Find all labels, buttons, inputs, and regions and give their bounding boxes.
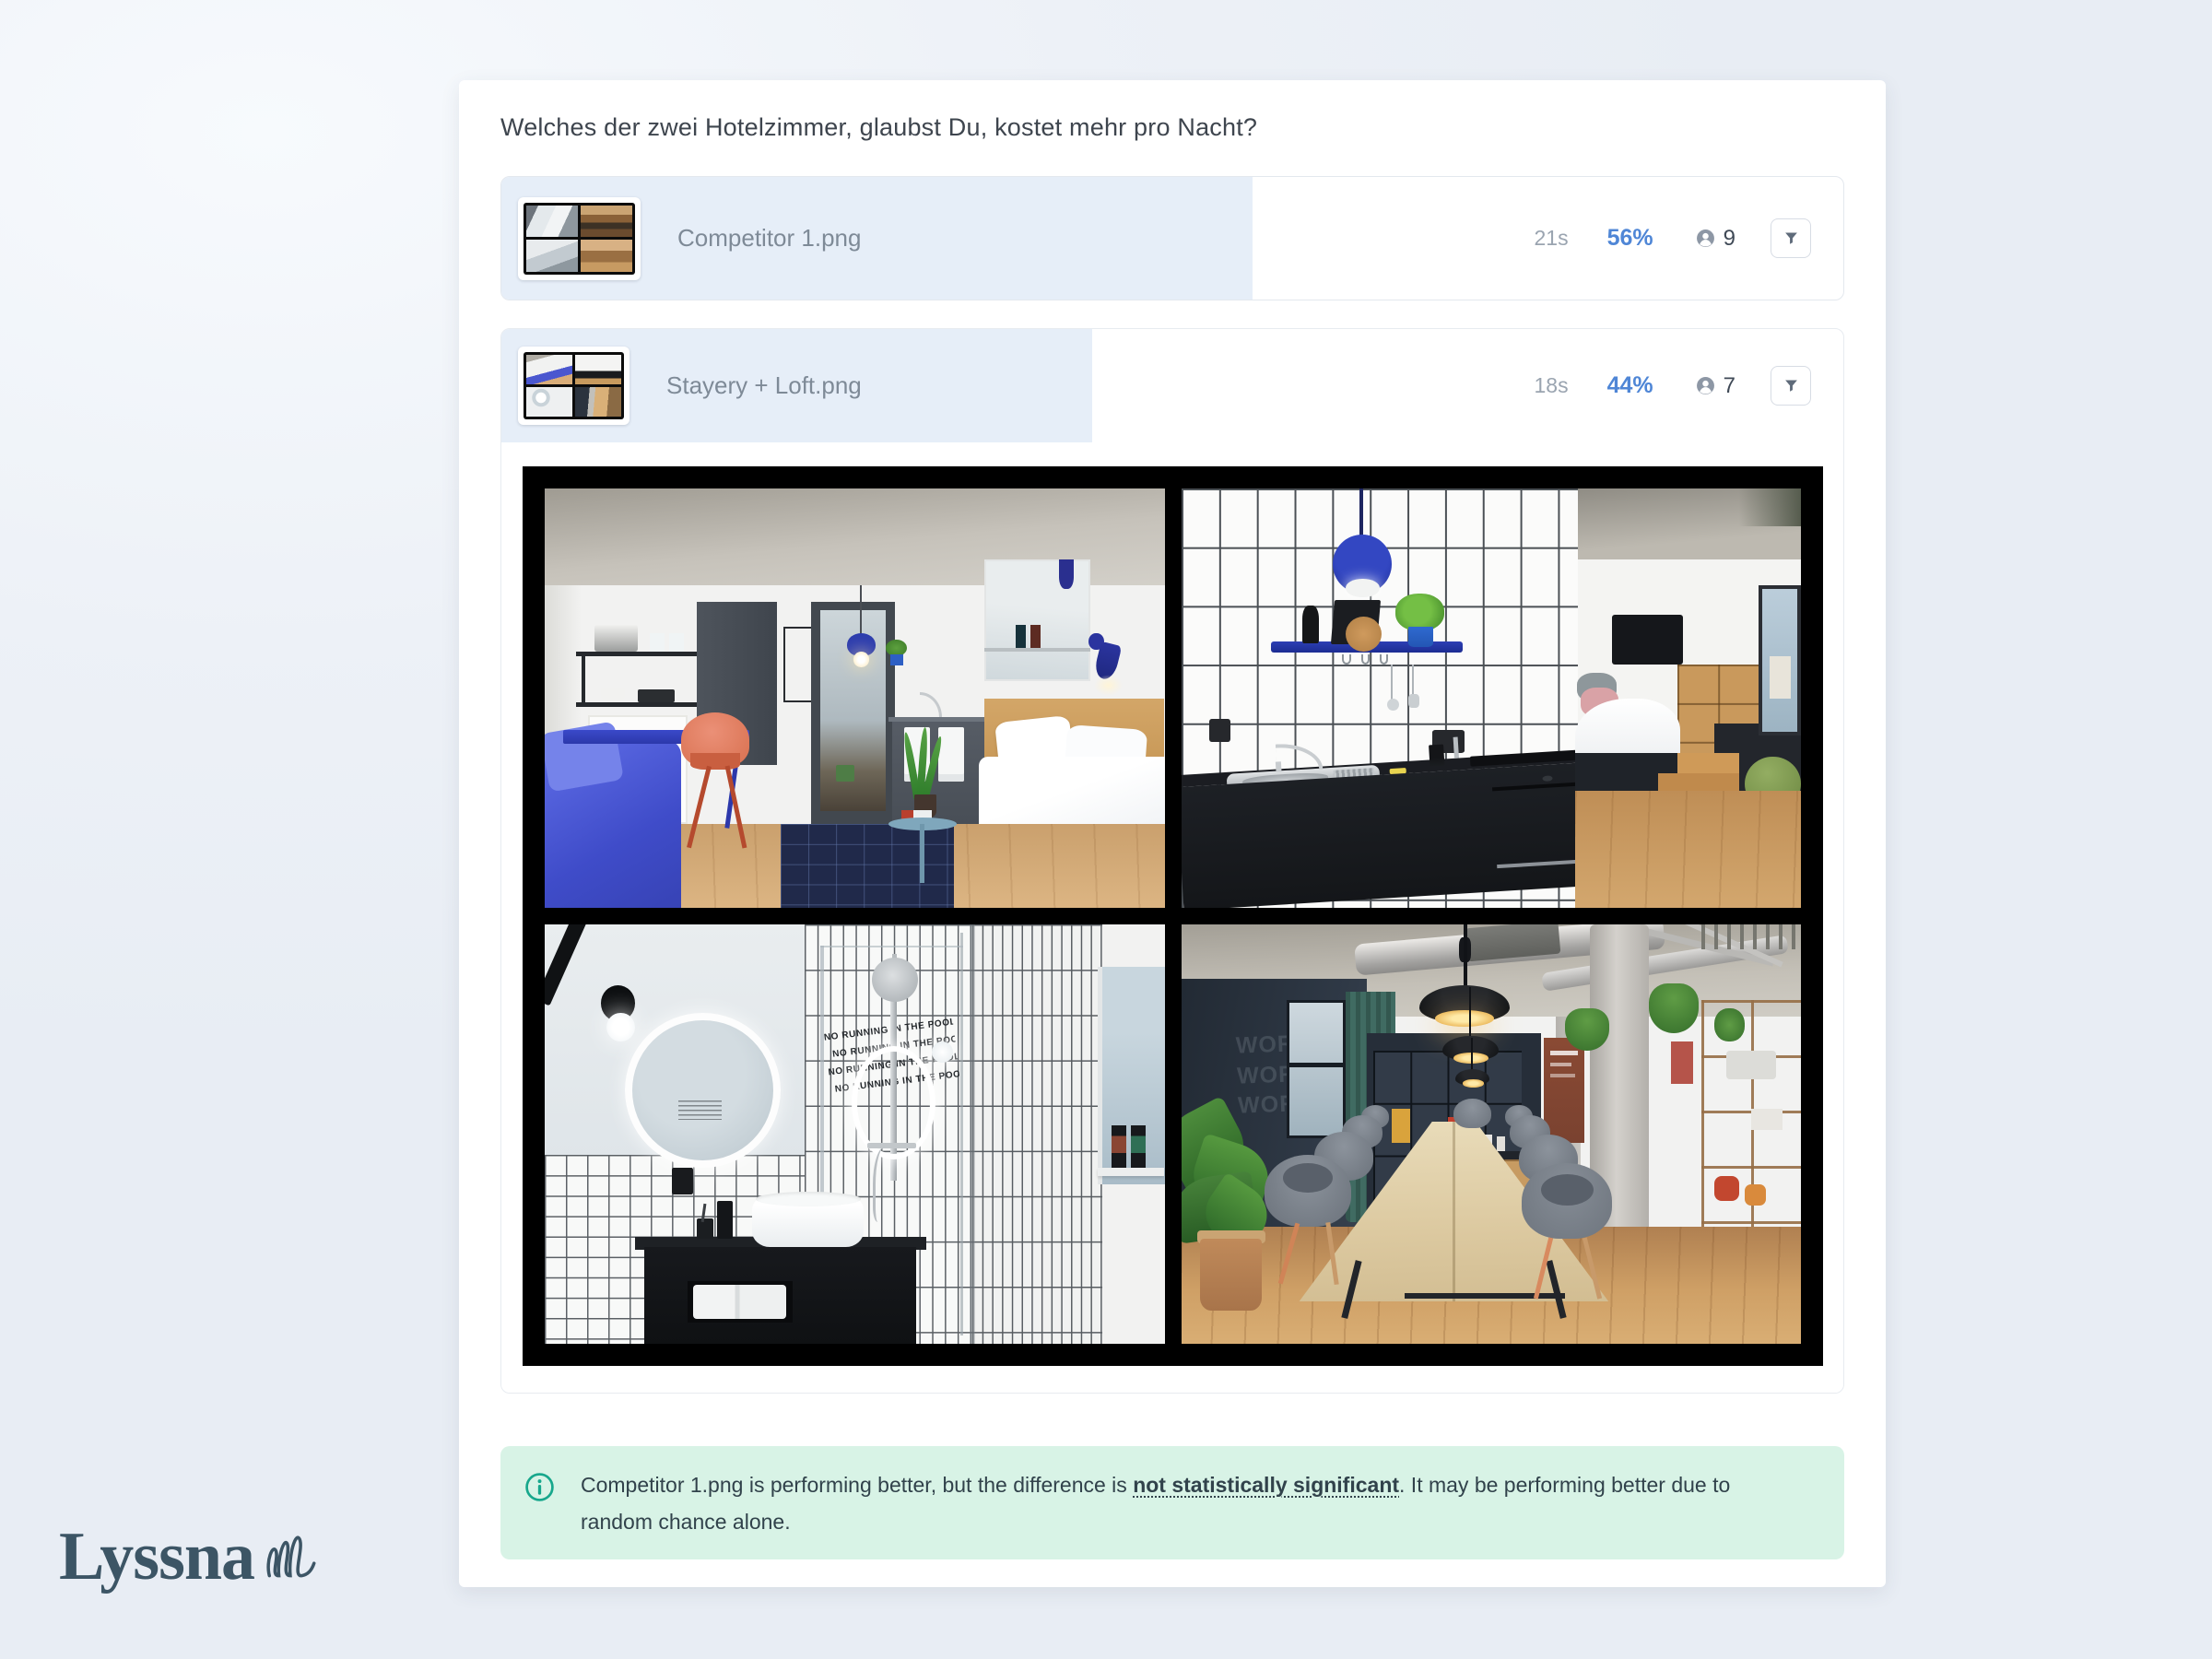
photo-hotel-room — [545, 488, 1165, 908]
expanded-option-block: Stayery + Loft.png 18s 44% 7 — [500, 328, 1844, 1394]
banner-filename: Competitor 1.png — [581, 1473, 743, 1497]
vote-percent: 44% — [1607, 372, 1653, 399]
thumbnail-photo — [581, 240, 632, 272]
lyssna-wordmark: Lyssna — [59, 1523, 254, 1591]
question-result-card: Welches der zwei Hotelzimmer, glaubst Du… — [459, 80, 1886, 1587]
option-row-competitor[interactable]: Competitor 1.png 21s 56% 9 — [500, 176, 1844, 300]
option-thumbnail — [518, 197, 641, 280]
thumbnail-photo — [526, 206, 578, 238]
significance-banner: Competitor 1.png is performing better, b… — [500, 1446, 1844, 1559]
thumbnail-photo-grid — [524, 352, 624, 419]
photo-dining-loft: WORK, WORK, WORK. — [1182, 924, 1802, 1344]
avg-time: 18s — [1535, 373, 1569, 398]
question-title: Welches der zwei Hotelzimmer, glaubst Du… — [500, 113, 1257, 142]
info-icon — [524, 1472, 555, 1502]
expanded-image-panel: NO RUNNING IN THE POOL AREA, NO RUNNING … — [501, 442, 1843, 1394]
significance-message: Competitor 1.png is performing better, b… — [581, 1466, 1788, 1540]
vote-count: 9 — [1724, 226, 1735, 252]
photo-kitchen — [1182, 488, 1802, 908]
funnel-icon — [1783, 378, 1799, 394]
option-row-stayery[interactable]: Stayery + Loft.png 18s 44% 7 — [501, 329, 1843, 442]
thumbnail-photo — [526, 387, 572, 417]
avg-time: 21s — [1535, 226, 1569, 251]
person-icon — [1696, 229, 1715, 248]
result-image-grid: NO RUNNING IN THE POOL AREA, NO RUNNING … — [523, 466, 1823, 1366]
option-filename: Stayery + Loft.png — [666, 371, 862, 400]
option-filename: Competitor 1.png — [677, 224, 861, 253]
thumbnail-photo — [526, 355, 572, 384]
filter-button[interactable] — [1771, 218, 1811, 258]
significance-emphasis: not statistically significant — [1133, 1473, 1399, 1497]
loop-squiggle-icon — [262, 1528, 323, 1585]
photo-bathroom: NO RUNNING IN THE POOL AREA, NO RUNNING … — [545, 924, 1165, 1344]
thumbnail-photo — [575, 387, 621, 417]
thumbnail-photo — [526, 240, 578, 272]
lyssna-logo: Lyssna — [59, 1523, 323, 1591]
funnel-icon — [1783, 230, 1799, 246]
thumbnail-photo-grid — [524, 203, 635, 275]
thumbnail-photo — [581, 206, 632, 238]
vote-count: 7 — [1724, 373, 1735, 399]
filter-button[interactable] — [1771, 366, 1811, 406]
vote-percent: 56% — [1607, 225, 1653, 252]
option-thumbnail — [518, 347, 629, 425]
thumbnail-photo — [575, 355, 621, 384]
person-icon — [1696, 376, 1715, 395]
